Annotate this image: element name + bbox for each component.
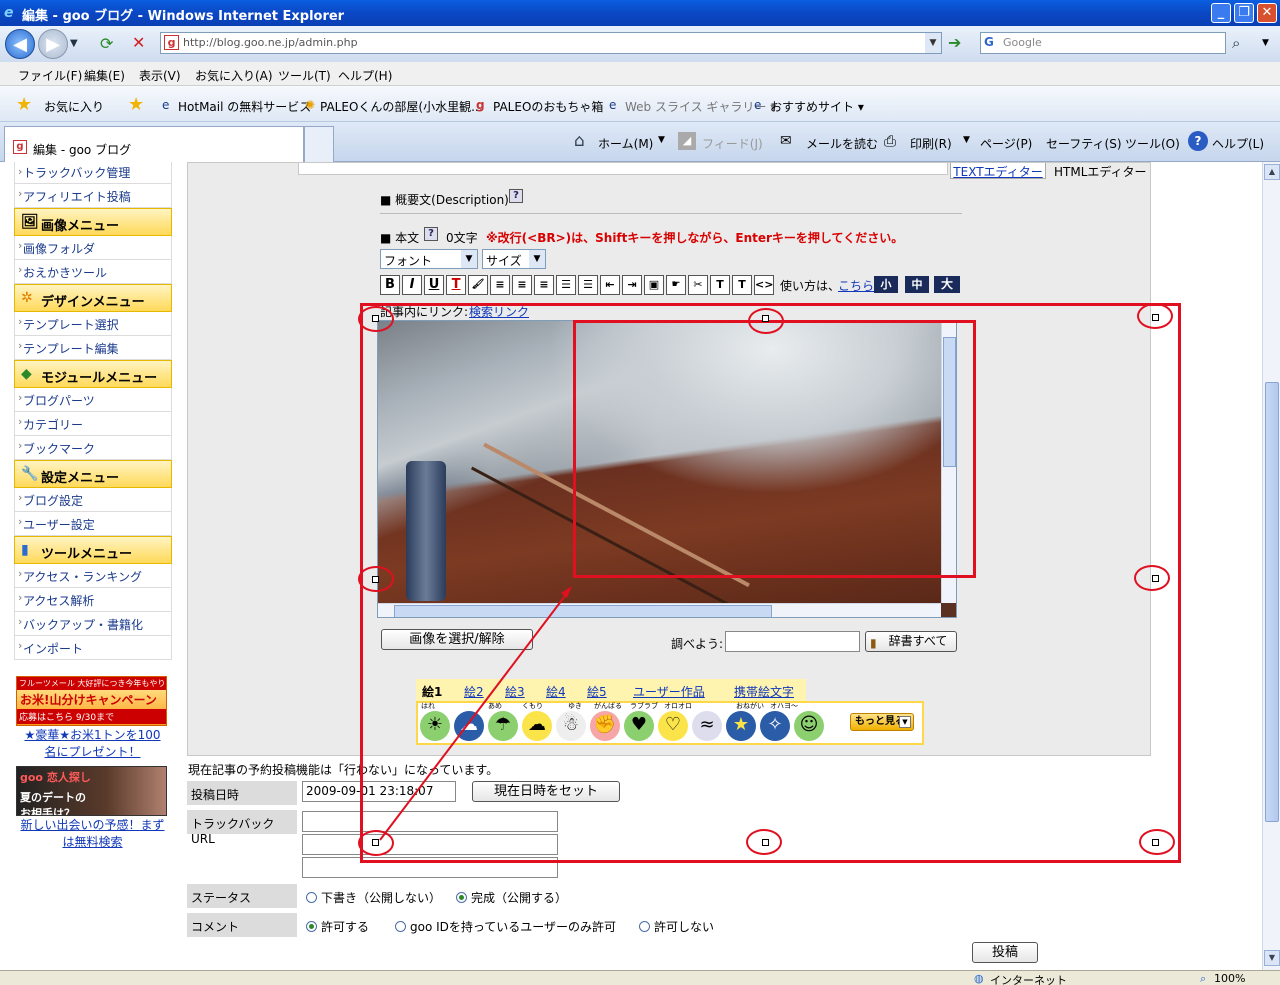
security-zone: インターネット	[990, 974, 1067, 985]
page-vscroll-thumb[interactable]	[1265, 382, 1279, 822]
scroll-down-icon[interactable]: ▼	[1264, 950, 1280, 966]
annotation-arrow	[379, 586, 572, 841]
zoom-icon: ⌕	[1200, 972, 1207, 985]
globe-icon: ◍	[974, 972, 984, 985]
page-vscrollbar[interactable]: ▲ ▼	[1262, 162, 1280, 970]
status-bar: ◍ インターネット ⌕ 100%	[0, 970, 1280, 985]
zoom-level[interactable]: 100%	[1214, 972, 1245, 985]
scroll-up-icon[interactable]: ▲	[1264, 164, 1280, 180]
